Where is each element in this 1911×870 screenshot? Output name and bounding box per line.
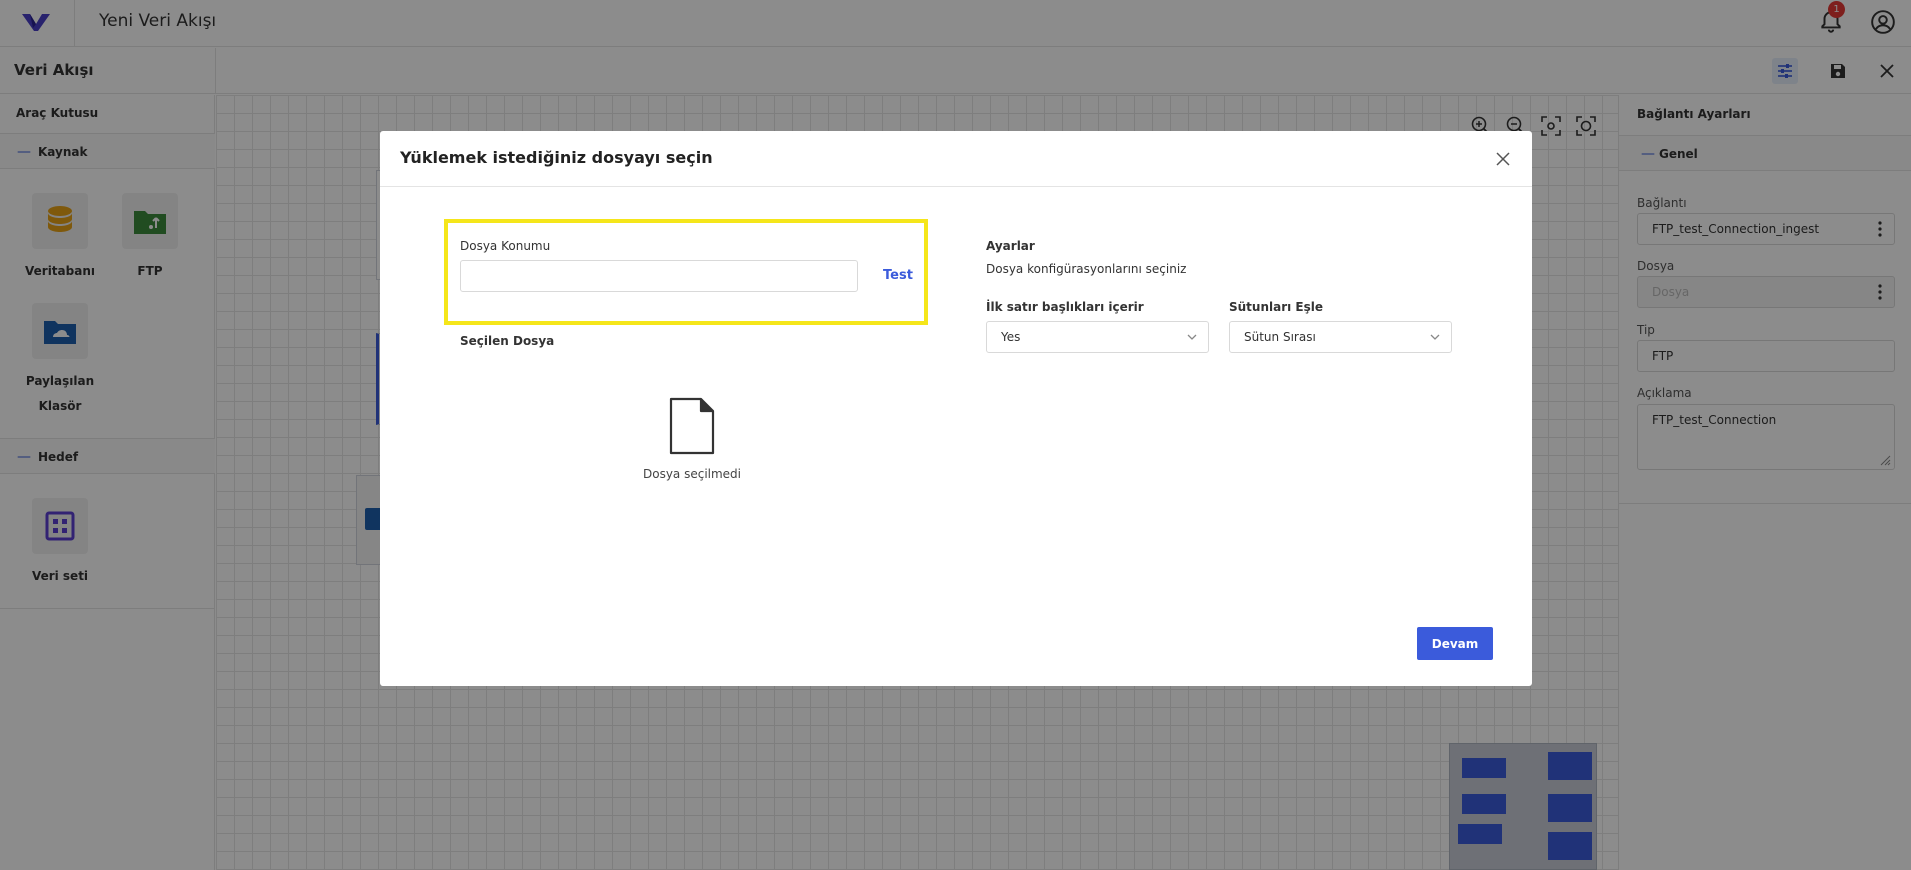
chevron-down-icon [1430,334,1440,340]
header-row-select[interactable]: Yes [986,321,1209,353]
file-select-modal: Yüklemek istediğiniz dosyayı seçin Dosya… [380,131,1532,686]
modal-title: Yüklemek istediğiniz dosyayı seçin [400,148,713,167]
map-columns-label: Sütunları Eşle [1229,300,1324,314]
continue-button[interactable]: Devam [1417,627,1493,660]
settings-title: Ayarlar [986,239,1035,253]
header-row-value: Yes [1001,330,1021,344]
map-columns-value: Sütun Sırası [1244,330,1316,344]
header-row-label: İlk satır başlıkları içerir [986,300,1144,314]
map-columns-select[interactable]: Sütun Sırası [1229,321,1452,353]
modal-header: Yüklemek istediğiniz dosyayı seçin [380,131,1532,187]
no-file-text: Dosya seçilmedi [642,467,742,481]
close-icon[interactable] [1493,149,1513,169]
file-location-label: Dosya Konumu [460,239,551,253]
selected-file-label: Seçilen Dosya [460,334,555,348]
chevron-down-icon [1187,334,1197,340]
settings-subtitle: Dosya konfigürasyonlarını seçiniz [986,262,1187,276]
file-document-icon [669,397,715,455]
test-button[interactable]: Test [883,268,913,283]
file-location-input[interactable] [460,260,858,292]
